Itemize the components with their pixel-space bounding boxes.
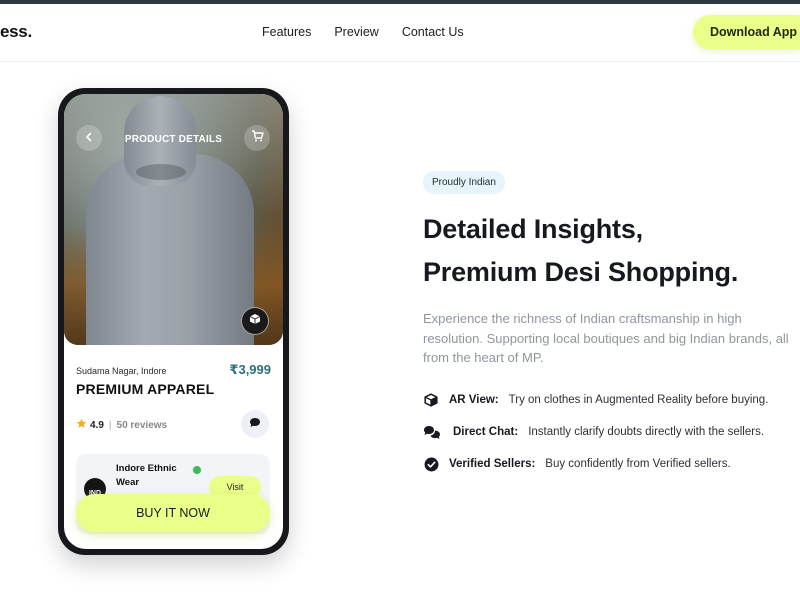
cart-icon <box>251 129 264 147</box>
download-app-button[interactable]: Download App <box>693 15 800 49</box>
feature-title: Direct Chat: <box>453 426 519 438</box>
feature-description: Try on clothes in Augmented Reality befo… <box>508 394 769 406</box>
feature-title: AR View: <box>449 394 499 406</box>
hood-shadow <box>136 164 186 180</box>
ar-view-button[interactable] <box>241 307 269 335</box>
chat-bubbles-icon <box>423 424 441 440</box>
proudly-indian-badge: Proudly Indian <box>423 171 505 194</box>
nav-link-contact[interactable]: Contact Us <box>402 25 464 39</box>
verified-check-icon <box>193 466 201 474</box>
feature-description: Buy confidently from Verified sellers. <box>545 458 731 470</box>
feature-ar-view: AR View: Try on clothes in Augmented Rea… <box>423 391 768 409</box>
buy-now-button[interactable]: BUY IT NOW <box>76 494 270 532</box>
product-image: PRODUCT DETAILS <box>64 94 283 345</box>
check-circle-icon <box>423 456 439 472</box>
navbar: ess. Features Preview Contact Us Downloa… <box>0 4 800 62</box>
rating-separator: | <box>108 419 112 431</box>
cube-icon <box>423 392 439 408</box>
phone-mockup: PRODUCT DETAILS Sudama Nagar, Indore ₹3,… <box>58 88 289 555</box>
nav-link-preview[interactable]: Preview <box>334 25 378 39</box>
headline-line-1: Detailed Insights, <box>423 214 643 244</box>
nav-links: Features Preview Contact Us <box>262 25 464 39</box>
product-name: PREMIUM APPAREL <box>76 381 215 397</box>
phone-screen: PRODUCT DETAILS Sudama Nagar, Indore ₹3,… <box>64 94 283 549</box>
star-icon <box>76 418 87 432</box>
feature-direct-chat: Direct Chat: Instantly clarify doubts di… <box>423 423 764 441</box>
rating-row: 4.9 | 50 reviews <box>76 418 167 432</box>
logo[interactable]: ess. <box>0 22 32 42</box>
headline-line-2: Premium Desi Shopping. <box>423 257 739 287</box>
rating-score: 4.9 <box>90 419 104 431</box>
feature-verified-sellers: Verified Sellers: Buy confidently from V… <box>423 455 731 473</box>
chat-bubble-icon <box>249 415 261 433</box>
hero-description: Experience the richness of Indian crafts… <box>423 311 789 365</box>
headline: Detailed Insights, Premium Desi Shopping… <box>423 208 800 294</box>
seller-name: Indore Ethnic Wear <box>116 463 177 488</box>
product-location: Sudama Nagar, Indore <box>76 366 167 376</box>
product-price: ₹3,999 <box>229 362 271 377</box>
chat-button[interactable] <box>241 410 269 438</box>
review-count[interactable]: 50 reviews <box>117 420 168 431</box>
feature-title: Verified Sellers: <box>449 458 536 470</box>
nav-link-features[interactable]: Features <box>262 25 311 39</box>
feature-description: Instantly clarify doubts directly with t… <box>528 426 765 438</box>
cube-icon <box>249 312 261 330</box>
cart-button[interactable] <box>244 125 270 151</box>
